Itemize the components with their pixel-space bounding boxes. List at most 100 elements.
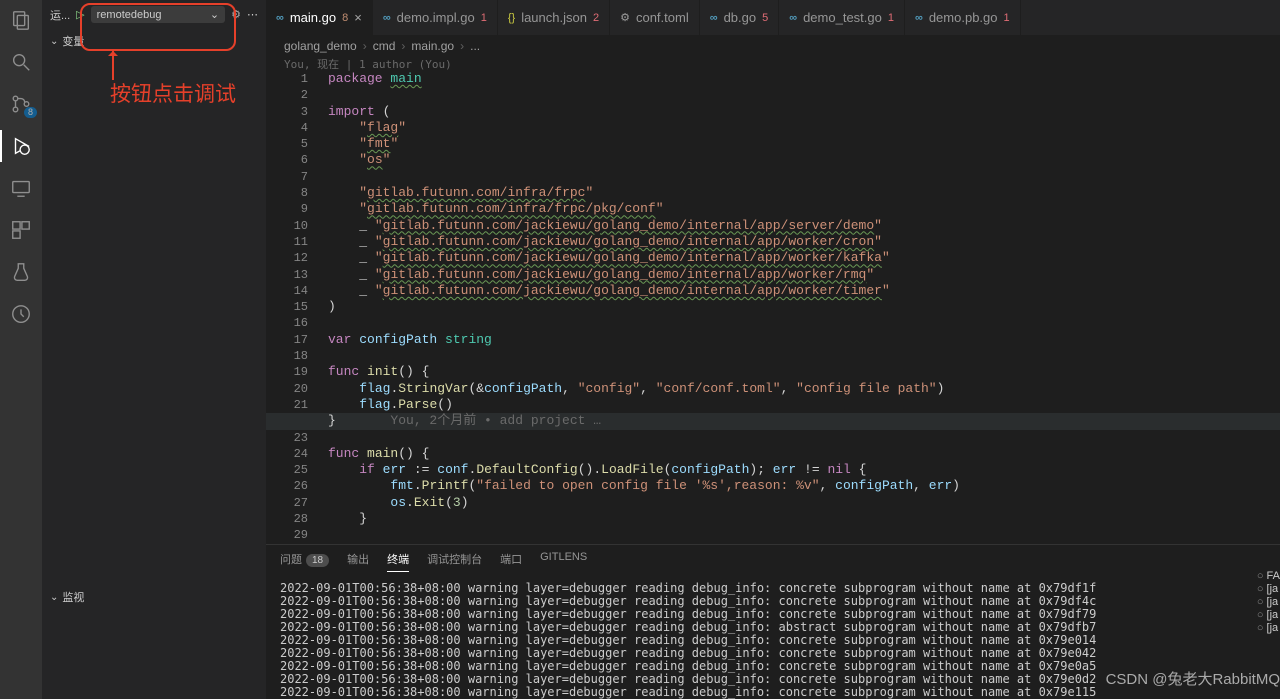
panel-tab-problems[interactable]: 问题18 [280,551,329,572]
code-line[interactable]: } [328,511,1280,527]
debug-toolbar: 运... ▷ remotedebug ⌄ ⚙ ⋯ [42,0,266,29]
tab-conf-toml[interactable]: ⚙ conf.toml [610,0,700,35]
terminal-sidebar[interactable]: FA[ja[ja[ja[ja [1257,570,1280,635]
code-line[interactable] [328,169,1280,185]
code-line[interactable]: import ( [328,104,1280,120]
explorer-icon[interactable] [9,8,33,32]
timeline-icon[interactable] [9,302,33,326]
section-variables[interactable]: ⌄ 变量 [42,29,266,53]
section-watch[interactable]: ⌄ 监视 [42,585,266,609]
tab-badge: 5 [762,12,768,24]
code-line[interactable]: _ "gitlab.futunn.com/jackiewu/golang_dem… [328,234,1280,250]
search-icon[interactable] [9,50,33,74]
panel-tab-ports[interactable]: 端口 [500,551,522,572]
code-line[interactable]: "os" [328,152,1280,168]
annotation-arrow [112,50,114,80]
extensions-icon[interactable] [9,218,33,242]
tab-demo_test-go[interactable]: ∞ demo_test.go 1 [779,0,905,35]
tab-label: conf.toml [636,10,689,25]
testing-icon[interactable] [9,260,33,284]
code-line[interactable] [328,348,1280,364]
tab-badge: 1 [888,12,894,24]
panel-tab-output[interactable]: 输出 [347,551,369,572]
more-icon[interactable]: ⋯ [247,8,258,21]
terminal-group[interactable]: [ja [1257,583,1280,596]
chevron-down-icon: ⌄ [50,36,58,47]
run-debug-icon[interactable] [9,134,33,158]
tab-badge: 1 [481,12,487,24]
code-line[interactable]: if err := conf.DefaultConfig().LoadFile(… [328,462,1280,478]
editor-tabs: ∞main.go8×∞demo.impl.go1{}launch.json2⚙c… [266,0,1280,35]
code-line[interactable]: _ "gitlab.futunn.com/jackiewu/golang_dem… [328,250,1280,266]
code-line[interactable]: flag.StringVar(&configPath, "config", "c… [328,381,1280,397]
json-file-icon: {} [508,12,515,24]
code-line[interactable] [328,315,1280,331]
terminal-group[interactable]: FA [1257,570,1280,583]
tab-label: demo.pb.go [929,10,998,25]
tab-demo-pb-go[interactable]: ∞ demo.pb.go 1 [905,0,1021,35]
watermark: CSDN @兔老大RabbitMQ [1106,668,1280,689]
gear-icon[interactable]: ⚙ [231,8,241,21]
code-line[interactable]: flag.Parse() [328,397,1280,413]
terminal-group[interactable]: [ja [1257,596,1280,609]
code-line[interactable]: func main() { [328,446,1280,462]
section-variables-label: 变量 [62,33,84,49]
tab-label: demo.impl.go [397,10,475,25]
debug-config-name: remotedebug [97,9,162,21]
breadcrumb-item[interactable]: main.go [411,39,454,53]
remote-icon[interactable] [9,176,33,200]
code-line[interactable] [328,527,1280,543]
code-line[interactable]: "gitlab.futunn.com/infra/frpc" [328,185,1280,201]
code-line[interactable]: var configPath string [328,332,1280,348]
editor[interactable]: You, 现在 | 1 author (You) 123456789101112… [266,57,1280,544]
panel-tab-terminal[interactable]: 终端 [387,551,409,572]
section-watch-label: 监视 [62,589,84,605]
code-content[interactable]: package main import ( "flag" "fmt" "os" … [328,71,1280,544]
code-line[interactable]: "flag" [328,120,1280,136]
code-line[interactable]: func init() { [328,364,1280,380]
code-line[interactable] [328,430,1280,446]
breadcrumb-item[interactable]: ... [470,39,480,53]
start-debug-button[interactable]: ▷ [76,8,84,21]
tab-label: launch.json [521,10,587,25]
tab-label: demo_test.go [803,10,882,25]
code-line[interactable]: package main [328,71,1280,87]
breadcrumb[interactable]: golang_demo › cmd › main.go › ... [266,35,1280,57]
breadcrumb-item[interactable]: cmd [373,39,396,53]
go-file-icon: ∞ [710,12,718,24]
code-line[interactable]: _ "gitlab.futunn.com/jackiewu/golang_dem… [328,218,1280,234]
panel-tab-debug-console[interactable]: 调试控制台 [427,551,482,572]
toml-file-icon: ⚙ [620,11,630,24]
code-line[interactable]: "gitlab.futunn.com/infra/frpc/pkg/conf" [328,201,1280,217]
tab-demo-impl-go[interactable]: ∞demo.impl.go1 [373,0,498,35]
go-file-icon: ∞ [789,12,797,24]
close-icon[interactable]: × [354,10,362,25]
tab-label: main.go [290,10,336,25]
terminal-group[interactable]: [ja [1257,622,1280,635]
breadcrumb-item[interactable]: golang_demo [284,39,357,53]
tab-badge: 1 [1004,12,1010,24]
panel-tab-gitlens[interactable]: GITLENS [540,551,587,572]
code-line[interactable]: _ "gitlab.futunn.com/jackiewu/golang_dem… [328,283,1280,299]
debug-config-dropdown[interactable]: remotedebug ⌄ [91,6,225,23]
scm-badge: 8 [24,107,37,118]
line-gutter: 1234567891011121314151617181920212223242… [266,71,322,544]
code-line[interactable]: fmt.Printf("failed to open config file '… [328,478,1280,494]
code-line[interactable]: ) [328,299,1280,315]
code-line[interactable]: "fmt" [328,136,1280,152]
tab-db-go[interactable]: ∞ db.go 5 [700,0,780,35]
main-area: ∞main.go8×∞demo.impl.go1{}launch.json2⚙c… [266,0,1280,699]
tab-badge: 8 [342,12,348,24]
code-line[interactable]: os.Exit(3) [328,495,1280,511]
activity-bar: 8 [0,0,42,699]
code-line[interactable]: } You, 2个月前 • add project … [266,413,1280,429]
code-line[interactable] [328,87,1280,103]
code-line[interactable]: _ "gitlab.futunn.com/jackiewu/golang_dem… [328,267,1280,283]
go-file-icon: ∞ [915,12,923,24]
terminal-group[interactable]: [ja [1257,609,1280,622]
tab-launch-json[interactable]: {}launch.json2 [498,0,610,35]
tab-main-go[interactable]: ∞main.go8× [266,0,373,35]
chevron-down-icon: ⌄ [210,8,219,21]
source-control-icon[interactable]: 8 [9,92,33,116]
tab-label: db.go [724,10,757,25]
